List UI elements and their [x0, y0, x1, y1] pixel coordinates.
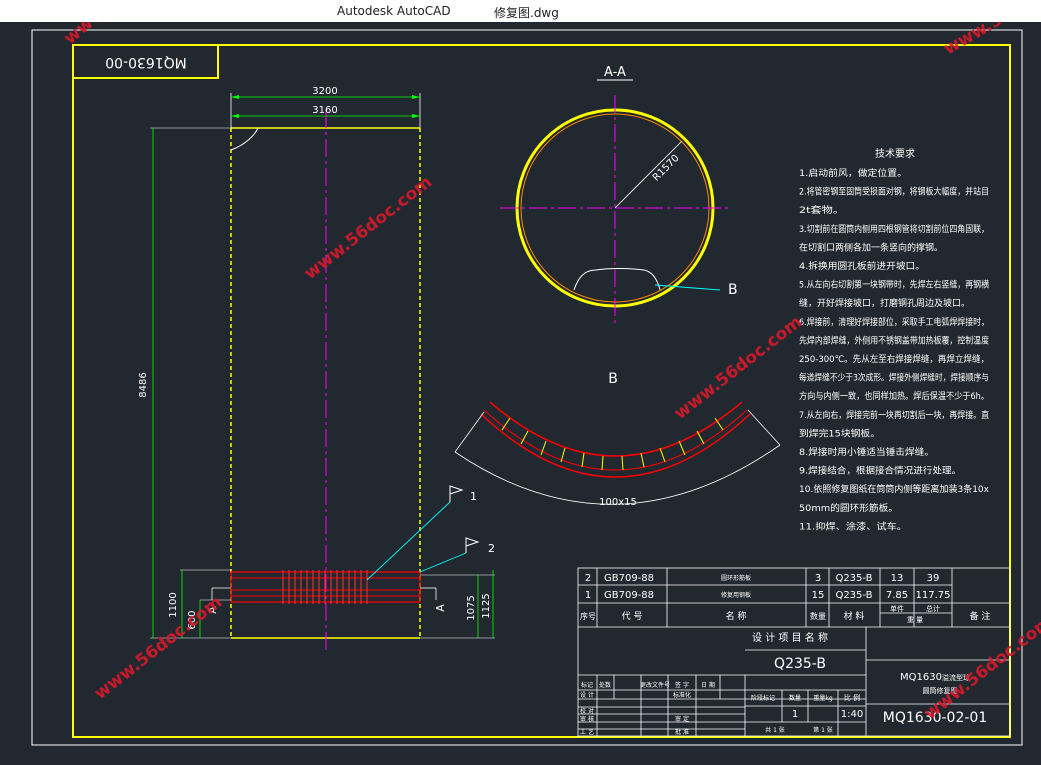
tb-label-date: 日 期 [701, 681, 715, 689]
project-label: 设 计 项 目 名 称 [752, 631, 828, 644]
title-scale: 1:40 [841, 709, 863, 720]
title-qty: 1 [792, 709, 798, 720]
notes-title: 技术要求 [875, 147, 915, 160]
note-line: 先焊内部焊缝，外侧用不锈钢盖带加热板覆，控制温度 [799, 334, 989, 346]
watermark-text: www.56doc.com [921, 612, 1041, 724]
section-view [500, 95, 730, 325]
window-titlebar: Autodesk AutoCAD 修复图.dwg [0, 0, 1041, 22]
note-line: 10.依照修复图纸在筒筒内侧等距离加装3条10x [799, 483, 990, 495]
bom-row-2-code: GB709-88 [604, 573, 654, 584]
note-line: 3.切割前在圆筒内侧用四根钢管将切割前位四角固联， [799, 223, 989, 235]
app-title: Autodesk AutoCAD [337, 4, 451, 18]
section-mark-right: A [434, 604, 447, 612]
dim-bottom-right-b: 1125 [481, 593, 492, 618]
leader-label-1: 1 [470, 490, 477, 503]
bom-row-2-material: Q235-B [835, 573, 872, 584]
note-line: 6.焊接前，清理好焊接部位，采取手工电弧焊焊接时， [799, 316, 989, 328]
dim-bottom-right-a: 1075 [466, 595, 477, 620]
watermark-text: www.56doc.com [91, 592, 226, 704]
bom-row-1-total-wt: 117.75 [916, 590, 951, 601]
title-material: Q235-B [774, 656, 826, 672]
note-line: 9.焊接结合，根据接合情况进行处理。 [799, 465, 961, 477]
tb-label-change: 更改文件号 [640, 681, 670, 689]
bom-header-unit: 单件 [890, 604, 904, 613]
bom-row-2-unit-wt: 13 [891, 573, 904, 584]
bom-row-2-total-wt: 39 [927, 573, 940, 584]
detail-label-b: B [728, 282, 738, 298]
file-name: 修复图.dwg [494, 6, 559, 20]
dim-top-outer: 3200 [312, 86, 337, 97]
bom-header-qty: 数量 [810, 611, 826, 621]
bom-header-no: 序号 [580, 611, 596, 621]
note-line: 1.启动前风，做定位置。 [799, 167, 907, 179]
bom-header-weight: 重 量 [907, 616, 923, 624]
bom-row-1-name: 修复用钢板 [721, 591, 751, 599]
tb-label-process: 工 艺 [580, 728, 594, 736]
bom-row-1-code: GB709-88 [604, 590, 654, 601]
radius-label: R1570 [651, 153, 682, 184]
tb-label-approve: 审 定 [675, 715, 689, 723]
title-weight-label: 重量kg [813, 694, 832, 702]
bom-header-code: 代 号 [622, 611, 643, 622]
dim-height: 8486 [138, 372, 149, 397]
title-sheets-total: 共 1 张 [765, 726, 785, 734]
bom-row-1-no: 1 [585, 590, 591, 601]
note-line: 11.抑焊、涂漆、试车。 [799, 520, 907, 532]
tb-label-ratify: 批 准 [675, 728, 689, 736]
title-left-labels: 标记 设 计 校 对 审 核 工 艺 处数 更改文件号 签 字 日 期 标准化 … [580, 681, 715, 736]
watermark-text: www.56doc.com [301, 172, 436, 284]
bom-header-name: 名 称 [726, 610, 747, 622]
note-line: 5.从左向右切割第一块钢带时，先焊左右竖缝，再钢横 [799, 279, 989, 291]
title-stage-label: 阶段标记 [751, 694, 775, 702]
note-line: 50mm的圆环形筋板。 [799, 502, 898, 514]
title-scale-label: 比 例 [844, 693, 860, 702]
note-line: 7.从左向右，焊接完前一块再切割后一块，再焊接。直 [799, 409, 989, 421]
note-line: 250-300℃。先从左至右焊接焊缝，再焊立焊缝， [799, 353, 989, 365]
bom-row-2-name: 圆环形筋板 [721, 574, 751, 582]
section-title: A-A [604, 65, 626, 80]
dim-top-inner: 3160 [312, 105, 337, 116]
tb-label-design: 设 计 [580, 691, 594, 699]
tb-label-check: 校 对 [580, 707, 594, 715]
note-line: 方向与内侧一致，也同样加热。焊后保温不少于6h。 [799, 390, 989, 402]
bom-row-1-unit-wt: 7.85 [886, 590, 908, 601]
elevation-view [150, 93, 495, 650]
technical-notes: 技术要求 1.启动前风，做定位置。 2.将管密钢至固筒受损面对钢，将钢板大幅度，并… [799, 147, 990, 532]
watermark-text: www.56doc.com [671, 312, 806, 424]
note-line: 4.拆换用圆孔板前进开坡口。 [799, 260, 925, 272]
tb-label-standard: 标准化 [673, 691, 691, 699]
note-line: 每道焊缝不少于3次成形。焊接外侧焊缝时，焊接顺序与 [799, 372, 989, 384]
leader-label-2: 2 [488, 542, 495, 555]
watermark-text: www.56doc.com [941, 22, 1041, 59]
cad-drawing-canvas[interactable]: MQ1630-00 3200 3160 8486 1100 600 1075 1… [0, 22, 1041, 765]
note-line: 在切割口两侧各加一条竖向的撑钢。 [799, 241, 943, 253]
note-line: 2.将管密钢至固筒受损面对钢，将钢板大幅度，并站目 [799, 186, 989, 198]
bom-row-1-qty: 15 [812, 590, 825, 601]
dim-bottom-left: 1100 [168, 592, 179, 617]
detail-b-view [454, 401, 781, 505]
title-sheet-no: 第 1 张 [813, 726, 833, 734]
bom-header-remark: 备 注 [970, 610, 991, 622]
note-line: 8.焊接时用小锤适当锤击焊缝。 [799, 446, 934, 458]
bom-row-1-material: Q235-B [835, 590, 872, 601]
bom-row-2-qty: 3 [815, 573, 821, 584]
bom-header-material: 材 料 [844, 610, 865, 622]
note-line: 缝，开好焊接坡口，打磨钢孔周边及坡口。 [799, 297, 970, 309]
drawing-number-text: MQ1630-00 [105, 54, 187, 70]
plate-size-label: 100x15 [599, 497, 637, 508]
note-line: 2t套物。 [799, 204, 844, 216]
tb-label-mark: 标记 [581, 681, 593, 689]
bom-row-2-no: 2 [585, 573, 591, 584]
note-line: 到焊完15块钢板。 [799, 427, 880, 439]
tb-label-sign: 签 字 [675, 681, 689, 689]
title-qty-label: 数量 [789, 694, 801, 702]
detail-title-b: B [608, 371, 618, 387]
tb-label-count: 处数 [599, 681, 611, 689]
bom-header-total: 总计 [926, 604, 940, 613]
tb-label-review: 审 核 [580, 715, 594, 723]
